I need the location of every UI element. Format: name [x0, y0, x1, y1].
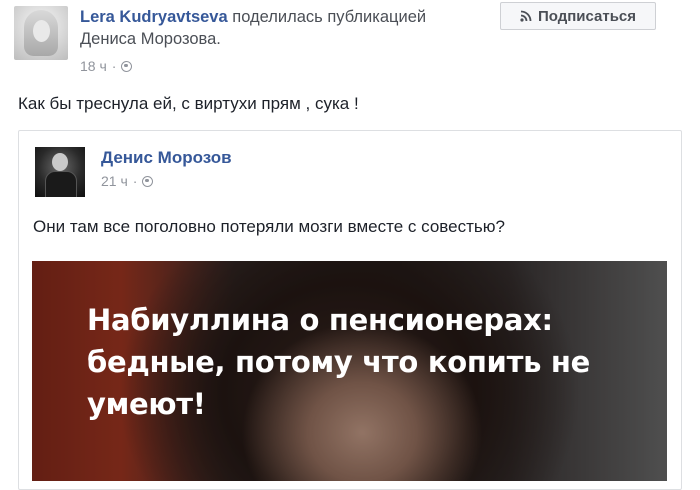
globe-icon[interactable] [121, 60, 133, 72]
shared-avatar-head [52, 153, 68, 171]
author-name-link[interactable]: Lera Kudryavtseva [80, 8, 228, 26]
globe-icon[interactable] [142, 175, 154, 187]
author-avatar[interactable] [14, 6, 68, 60]
rss-icon [520, 10, 532, 22]
shared-post-timestamp[interactable]: 21 ч [101, 173, 128, 189]
post-meta: 18 ч · [80, 58, 133, 74]
image-headline: Набиуллина о пенсионерах: бедные, потому… [87, 303, 591, 421]
shared-post-meta: 21 ч · [101, 173, 154, 189]
shared-avatar-body [45, 171, 77, 197]
post-text: Как бы треснула ей, с виртухи прям , сук… [18, 94, 359, 113]
shared-post-text: Они там все поголовно потеряли мозги вме… [33, 217, 505, 236]
shared-meta-separator: · [132, 173, 138, 189]
meta-separator: · [111, 58, 117, 74]
avatar-face [33, 20, 50, 42]
post-header: Lera Kudryavtseva поделилась публикацией… [80, 6, 480, 50]
shared-author-avatar[interactable] [35, 147, 85, 197]
subscribe-button[interactable]: Подписаться [500, 2, 656, 30]
shared-author-name-link[interactable]: Денис Морозов [101, 148, 232, 168]
shared-post-card: Денис Морозов 21 ч · Они там все поголов… [18, 130, 682, 490]
post-timestamp[interactable]: 18 ч [80, 58, 107, 74]
subscribe-label: Подписаться [537, 7, 637, 25]
shared-news-image[interactable]: Набиуллина о пенсионерах: бедные, потому… [32, 261, 667, 481]
